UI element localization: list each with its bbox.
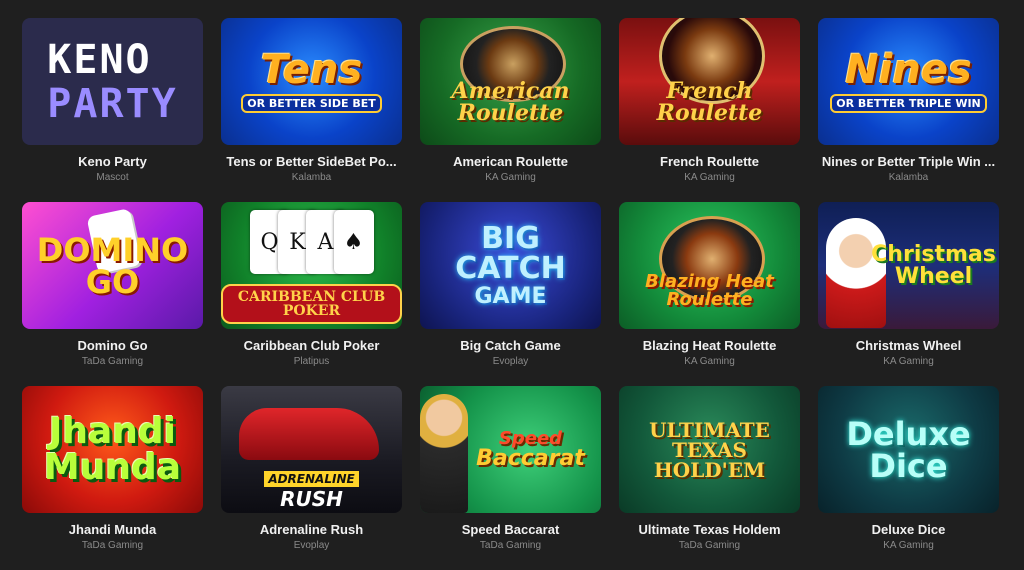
game-thumbnail[interactable]: French Roulette <box>619 18 800 145</box>
game-thumbnail[interactable]: ADRENALINE RUSH <box>221 386 402 513</box>
thumbnail-logo: Deluxe Dice <box>846 414 971 485</box>
game-provider: KA Gaming <box>485 172 536 183</box>
game-name[interactable]: American Roulette <box>420 154 601 169</box>
game-thumbnail[interactable]: Christmas Wheel <box>818 202 999 329</box>
thumb-line-2: OR BETTER SIDE BET <box>241 94 382 113</box>
thumb-line-1: BIG CATCH <box>455 220 566 286</box>
game-thumbnail[interactable]: Q K A ♠ CARIBBEAN CLUB POKER <box>221 202 402 329</box>
thumbnail-logo: Blazing Heat Roulette <box>645 270 774 310</box>
game-card-big-catch-game[interactable]: BIG CATCH GAME Big Catch Game Evoplay <box>420 202 601 386</box>
game-thumbnail[interactable]: ULTIMATE TEXAS HOLD'EM <box>619 386 800 513</box>
game-name[interactable]: Nines or Better Triple Win ... <box>818 154 999 169</box>
game-card-speed-baccarat[interactable]: Speed Baccarat Speed Baccarat TaDa Gamin… <box>420 386 601 570</box>
game-card-nines-or-better[interactable]: Nines OR BETTER TRIPLE WIN Nines or Bett… <box>818 18 999 202</box>
game-provider: Kalamba <box>291 172 332 183</box>
thumbnail-logo: Jhandi Munda <box>43 410 182 488</box>
thumbnail-logo: American Roulette <box>451 77 570 126</box>
game-thumbnail[interactable]: Tens OR BETTER SIDE BET <box>221 18 402 145</box>
game-name[interactable]: Tens or Better SideBet Po... <box>221 154 402 169</box>
game-provider: Kalamba <box>888 172 929 183</box>
game-provider: Mascot <box>96 172 129 183</box>
game-provider: KA Gaming <box>883 540 934 551</box>
game-name[interactable]: Speed Baccarat <box>420 522 601 537</box>
game-name[interactable]: French Roulette <box>619 154 800 169</box>
game-name[interactable]: Christmas Wheel <box>818 338 999 353</box>
game-name[interactable]: Adrenaline Rush <box>221 522 402 537</box>
race-car-icon <box>239 408 379 460</box>
game-name[interactable]: Blazing Heat Roulette <box>619 338 800 353</box>
game-card-blazing-heat-roulette[interactable]: Blazing Heat Roulette Blazing Heat Roule… <box>619 202 800 386</box>
game-thumbnail[interactable]: BIG CATCH GAME <box>420 202 601 329</box>
card-spade: ♠ <box>333 210 374 274</box>
game-thumbnail[interactable]: American Roulette <box>420 18 601 145</box>
thumbnail-logo: CARIBBEAN CLUB POKER <box>221 283 402 324</box>
game-name[interactable]: Caribbean Club Poker <box>221 338 402 353</box>
game-card-tens-or-better[interactable]: Tens OR BETTER SIDE BET Tens or Better S… <box>221 18 402 202</box>
game-thumbnail[interactable]: Blazing Heat Roulette <box>619 202 800 329</box>
game-card-christmas-wheel[interactable]: Christmas Wheel Christmas Wheel KA Gamin… <box>818 202 999 386</box>
thumb-line-2: Baccarat <box>476 445 585 471</box>
thumbnail-logo: DOMINO GO <box>36 230 189 301</box>
game-provider: Evoplay <box>492 356 529 367</box>
thumbnail-logo: Christmas Wheel <box>871 241 996 289</box>
dealer-icon <box>420 394 468 513</box>
thumb-line-1: KENO <box>47 36 152 83</box>
game-card-american-roulette[interactable]: American Roulette American Roulette KA G… <box>420 18 601 202</box>
game-thumbnail[interactable]: Jhandi Munda <box>22 386 203 513</box>
game-thumbnail[interactable]: KENO PARTY <box>22 18 203 145</box>
game-provider: KA Gaming <box>684 172 735 183</box>
thumb-line-2: PARTY <box>47 80 178 127</box>
thumbnail-logo: Tens OR BETTER SIDE BET <box>233 50 390 113</box>
game-grid: KENO PARTY Keno Party Mascot Tens OR BET… <box>22 18 999 570</box>
game-name[interactable]: Keno Party <box>22 154 203 169</box>
thumb-line-1: Nines <box>845 47 972 93</box>
game-thumbnail[interactable]: DOMINO GO <box>22 202 203 329</box>
game-name[interactable]: Jhandi Munda <box>22 522 203 537</box>
game-provider: TaDa Gaming <box>678 540 741 551</box>
thumbnail-logo: ADRENALINE RUSH <box>256 470 366 511</box>
game-card-adrenaline-rush[interactable]: ADRENALINE RUSH Adrenaline Rush Evoplay <box>221 386 402 570</box>
thumbnail-logo: French Roulette <box>656 77 763 126</box>
game-card-domino-go[interactable]: DOMINO GO Domino Go TaDa Gaming <box>22 202 203 386</box>
game-provider: TaDa Gaming <box>81 356 144 367</box>
thumb-line-2: OR BETTER TRIPLE WIN <box>830 94 987 113</box>
thumb-line-1: Tens <box>260 47 363 93</box>
game-card-ultimate-texas-holdem[interactable]: ULTIMATE TEXAS HOLD'EM Ultimate Texas Ho… <box>619 386 800 570</box>
game-card-deluxe-dice[interactable]: Deluxe Dice Deluxe Dice KA Gaming <box>818 386 999 570</box>
game-name[interactable]: Domino Go <box>22 338 203 353</box>
playing-cards-icon: Q K A ♠ <box>241 210 382 282</box>
thumbnail-logo: Nines OR BETTER TRIPLE WIN <box>822 50 995 113</box>
game-name[interactable]: Deluxe Dice <box>818 522 999 537</box>
thumbnail-logo: BIG CATCH GAME <box>420 220 601 309</box>
game-thumbnail[interactable]: Deluxe Dice <box>818 386 999 513</box>
game-name[interactable]: Big Catch Game <box>420 338 601 353</box>
thumbnail-logo: Speed Baccarat <box>468 429 593 471</box>
game-provider: TaDa Gaming <box>81 540 144 551</box>
thumb-line-2: GAME <box>474 283 547 309</box>
game-card-keno-party[interactable]: KENO PARTY Keno Party Mascot <box>22 18 203 202</box>
game-card-jhandi-munda[interactable]: Jhandi Munda Jhandi Munda TaDa Gaming <box>22 386 203 570</box>
game-provider: KA Gaming <box>883 356 934 367</box>
game-provider: Evoplay <box>293 540 330 551</box>
thumb-line-1: ADRENALINE <box>264 470 359 487</box>
game-provider: KA Gaming <box>684 356 735 367</box>
game-card-caribbean-club-poker[interactable]: Q K A ♠ CARIBBEAN CLUB POKER Caribbean C… <box>221 202 402 386</box>
thumbnail-logo: ULTIMATE TEXAS HOLD'EM <box>649 417 770 482</box>
thumbnail-logo: KENO PARTY <box>39 40 185 124</box>
game-thumbnail[interactable]: Speed Baccarat <box>420 386 601 513</box>
thumb-line-2: RUSH <box>280 486 343 511</box>
game-name[interactable]: Ultimate Texas Holdem <box>619 522 800 537</box>
game-thumbnail[interactable]: Nines OR BETTER TRIPLE WIN <box>818 18 999 145</box>
game-card-french-roulette[interactable]: French Roulette French Roulette KA Gamin… <box>619 18 800 202</box>
game-provider: Platipus <box>293 356 330 367</box>
game-provider: TaDa Gaming <box>479 540 542 551</box>
